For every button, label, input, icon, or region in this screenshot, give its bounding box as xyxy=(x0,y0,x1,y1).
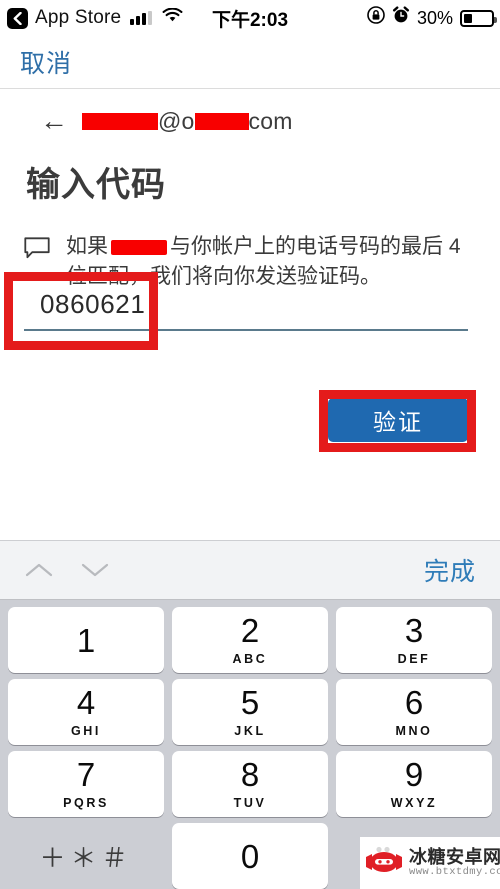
back-arrow-icon[interactable]: ← xyxy=(40,107,68,135)
key-digit: 1 xyxy=(76,621,96,659)
key-9[interactable]: 9 WXYZ xyxy=(336,751,492,817)
email-at-part: @o xyxy=(158,107,195,134)
redaction-block-username xyxy=(82,112,158,130)
verify-button[interactable]: 验证 xyxy=(328,398,468,442)
key-letters: TUV xyxy=(233,796,267,810)
hint-row: 如果 与你帐户上的电话号码的最后 4 位匹配，我们将向你发送验证码。 xyxy=(24,232,476,293)
email-suffix-part: com xyxy=(248,107,293,134)
keyboard-row: 1 2 ABC 3 DEF xyxy=(4,604,496,676)
key-digit: 3 xyxy=(404,612,424,649)
hint-text-before: 如果 xyxy=(66,235,108,258)
key-symbols-label: ＋＊＃ xyxy=(39,842,133,873)
chevron-up-icon[interactable] xyxy=(24,561,54,579)
verification-code-input[interactable] xyxy=(24,285,468,331)
key-digit: 6 xyxy=(404,684,424,721)
status-bar-left: App Store xyxy=(0,7,183,29)
account-row[interactable]: ← @o com xyxy=(24,107,476,135)
key-6[interactable]: 6 MNO xyxy=(336,679,492,745)
phone-screen: App Store 下午2:03 30% 取消 ← @o com 输入代码 如果… xyxy=(0,0,500,889)
key-digit: 4 xyxy=(76,684,96,721)
key-letters: WXYZ xyxy=(390,796,438,810)
key-digit: 5 xyxy=(240,684,260,721)
hint-text: 如果 与你帐户上的电话号码的最后 4 位匹配，我们将向你发送验证码。 xyxy=(66,232,476,293)
watermark-title: 冰糖安卓网 xyxy=(409,847,500,868)
watermark: 冰糖安卓网 www.btxtdmy.com xyxy=(360,837,500,889)
status-bar: App Store 下午2:03 30% xyxy=(0,0,500,36)
key-2[interactable]: 2 ABC xyxy=(172,607,328,673)
key-letters: DEF xyxy=(397,652,431,666)
keyboard-row: 7 PQRS 8 TUV 9 WXYZ xyxy=(4,748,496,820)
battery-icon xyxy=(460,9,497,27)
key-4[interactable]: 4 GHI xyxy=(8,679,164,745)
key-letters: PQRS xyxy=(63,796,109,810)
alarm-clock-icon xyxy=(392,6,410,30)
chevron-left-icon xyxy=(13,11,22,25)
ninja-mascot-icon xyxy=(364,845,404,882)
account-email: @o com xyxy=(82,108,293,135)
key-1[interactable]: 1 xyxy=(8,607,164,673)
speech-bubble-icon xyxy=(24,237,50,264)
key-8[interactable]: 8 TUV xyxy=(172,751,328,817)
cancel-button[interactable]: 取消 xyxy=(20,44,72,80)
main-content: ← @o com 输入代码 如果 与你帐户上的电话号码的最后 4 位匹配，我们将向… xyxy=(0,89,500,540)
chevron-down-icon[interactable] xyxy=(80,561,110,579)
key-7[interactable]: 7 PQRS xyxy=(8,751,164,817)
keyboard-row: 4 GHI 5 JKL 6 MNO xyxy=(4,676,496,748)
redaction-block-domain xyxy=(194,112,249,130)
page-title: 输入代码 xyxy=(26,166,166,204)
key-symbols[interactable]: ＋＊＃ xyxy=(8,823,164,889)
key-letters: MNO xyxy=(395,724,433,738)
key-digit: 2 xyxy=(240,612,260,649)
key-digit: 9 xyxy=(404,756,424,793)
watermark-url: www.btxtdmy.com xyxy=(409,865,500,878)
key-letters: ABC xyxy=(232,652,268,666)
status-bar-right: 30% xyxy=(367,6,497,30)
rotation-lock-icon xyxy=(367,6,385,30)
key-letters: JKL xyxy=(234,724,266,738)
back-to-app-button[interactable] xyxy=(7,7,28,29)
watermark-texts: 冰糖安卓网 www.btxtdmy.com xyxy=(409,848,500,878)
key-digit: 8 xyxy=(240,756,260,793)
wifi-icon xyxy=(162,7,183,29)
redaction-block-phone xyxy=(111,239,167,255)
cellular-signal-icon xyxy=(130,11,153,25)
keyboard-nav-group xyxy=(24,561,110,579)
key-3[interactable]: 3 DEF xyxy=(336,607,492,673)
keyboard-done-button[interactable]: 完成 xyxy=(424,552,476,588)
code-field-wrapper xyxy=(24,285,468,331)
back-app-label: App Store xyxy=(35,7,122,28)
navigation-bar: 取消 xyxy=(0,36,500,89)
key-letters: GHI xyxy=(70,724,102,738)
keyboard-accessory-bar: 完成 xyxy=(0,540,500,600)
key-0[interactable]: 0 xyxy=(172,823,328,889)
key-digit: 0 xyxy=(240,837,260,875)
battery-percent-label: 30% xyxy=(416,7,453,28)
key-5[interactable]: 5 JKL xyxy=(172,679,328,745)
key-digit: 7 xyxy=(76,756,96,793)
